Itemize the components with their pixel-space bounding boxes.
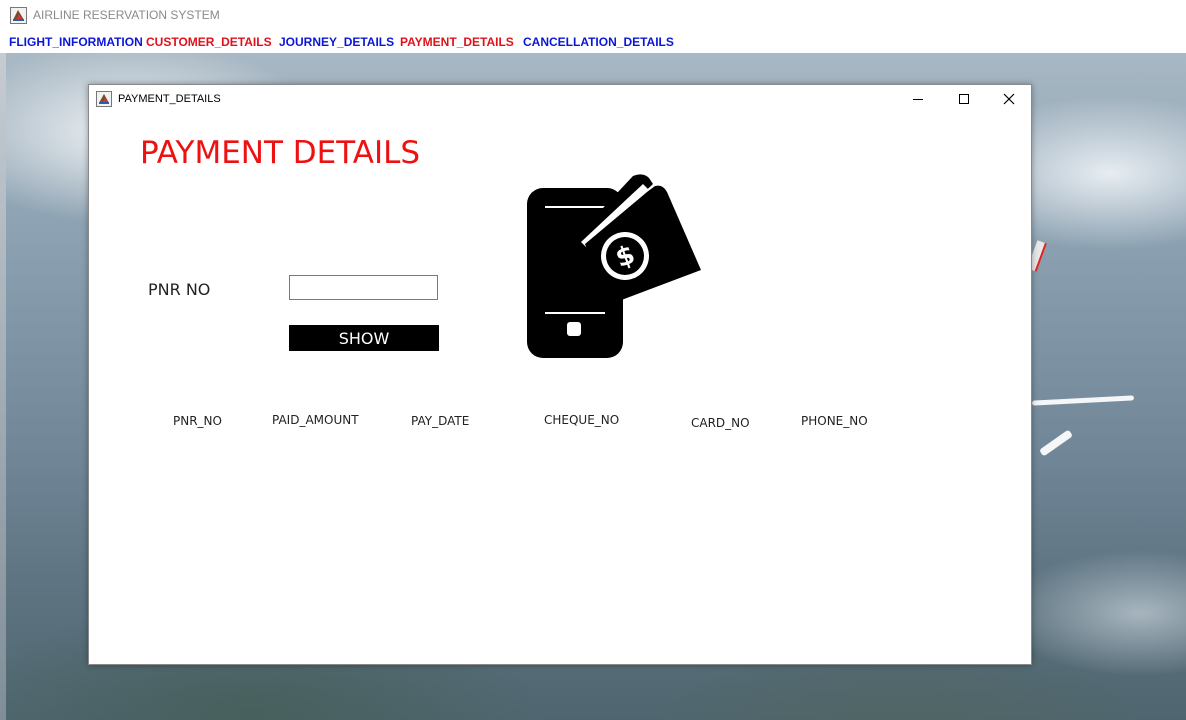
close-icon [1003, 93, 1015, 105]
show-button[interactable]: SHOW [289, 325, 439, 351]
maximize-button[interactable] [949, 89, 979, 109]
aircraft-wing-image [1031, 395, 1135, 406]
app-titlebar: AIRLINE RESERVATION SYSTEM [0, 0, 1186, 32]
column-header-phone-no: PHONE_NO [801, 414, 868, 428]
close-button[interactable] [994, 89, 1024, 109]
pnr-label: PNR NO [148, 280, 211, 299]
mobile-payment-icon: $ [527, 174, 701, 358]
payment-details-window: PAYMENT_DETAILS PAYMENT DETAILS PNR NO S… [88, 84, 1032, 665]
aircraft-tail-image [1038, 429, 1074, 457]
menu-bar: FLIGHT_INFORMATION CUSTOMER_DETAILS JOUR… [0, 32, 1186, 53]
column-header-pnr-no: PNR_NO [173, 414, 222, 428]
java-app-icon [96, 91, 112, 107]
window-titlebar[interactable]: PAYMENT_DETAILS [89, 85, 1031, 114]
app-title: AIRLINE RESERVATION SYSTEM [33, 8, 220, 22]
window-title: PAYMENT_DETAILS [118, 93, 221, 105]
menu-flight-information[interactable]: FLIGHT_INFORMATION [9, 35, 143, 49]
menu-customer-details[interactable]: CUSTOMER_DETAILS [146, 35, 272, 49]
maximize-icon [959, 94, 969, 104]
java-app-icon [10, 7, 27, 24]
menu-journey-details[interactable]: JOURNEY_DETAILS [279, 35, 394, 49]
column-header-paid-amount: PAID_AMOUNT [272, 413, 359, 427]
pnr-input[interactable] [289, 275, 438, 300]
column-header-card-no: CARD_NO [691, 416, 750, 430]
desktop-edge [0, 53, 6, 720]
menu-cancellation-details[interactable]: CANCELLATION_DETAILS [523, 35, 674, 49]
minimize-icon [913, 99, 923, 100]
column-header-pay-date: PAY_DATE [411, 414, 470, 428]
minimize-button[interactable] [903, 89, 933, 109]
page-heading: PAYMENT DETAILS [140, 135, 421, 171]
menu-payment-details[interactable]: PAYMENT_DETAILS [400, 35, 514, 49]
column-header-cheque-no: CHEQUE_NO [544, 413, 620, 427]
